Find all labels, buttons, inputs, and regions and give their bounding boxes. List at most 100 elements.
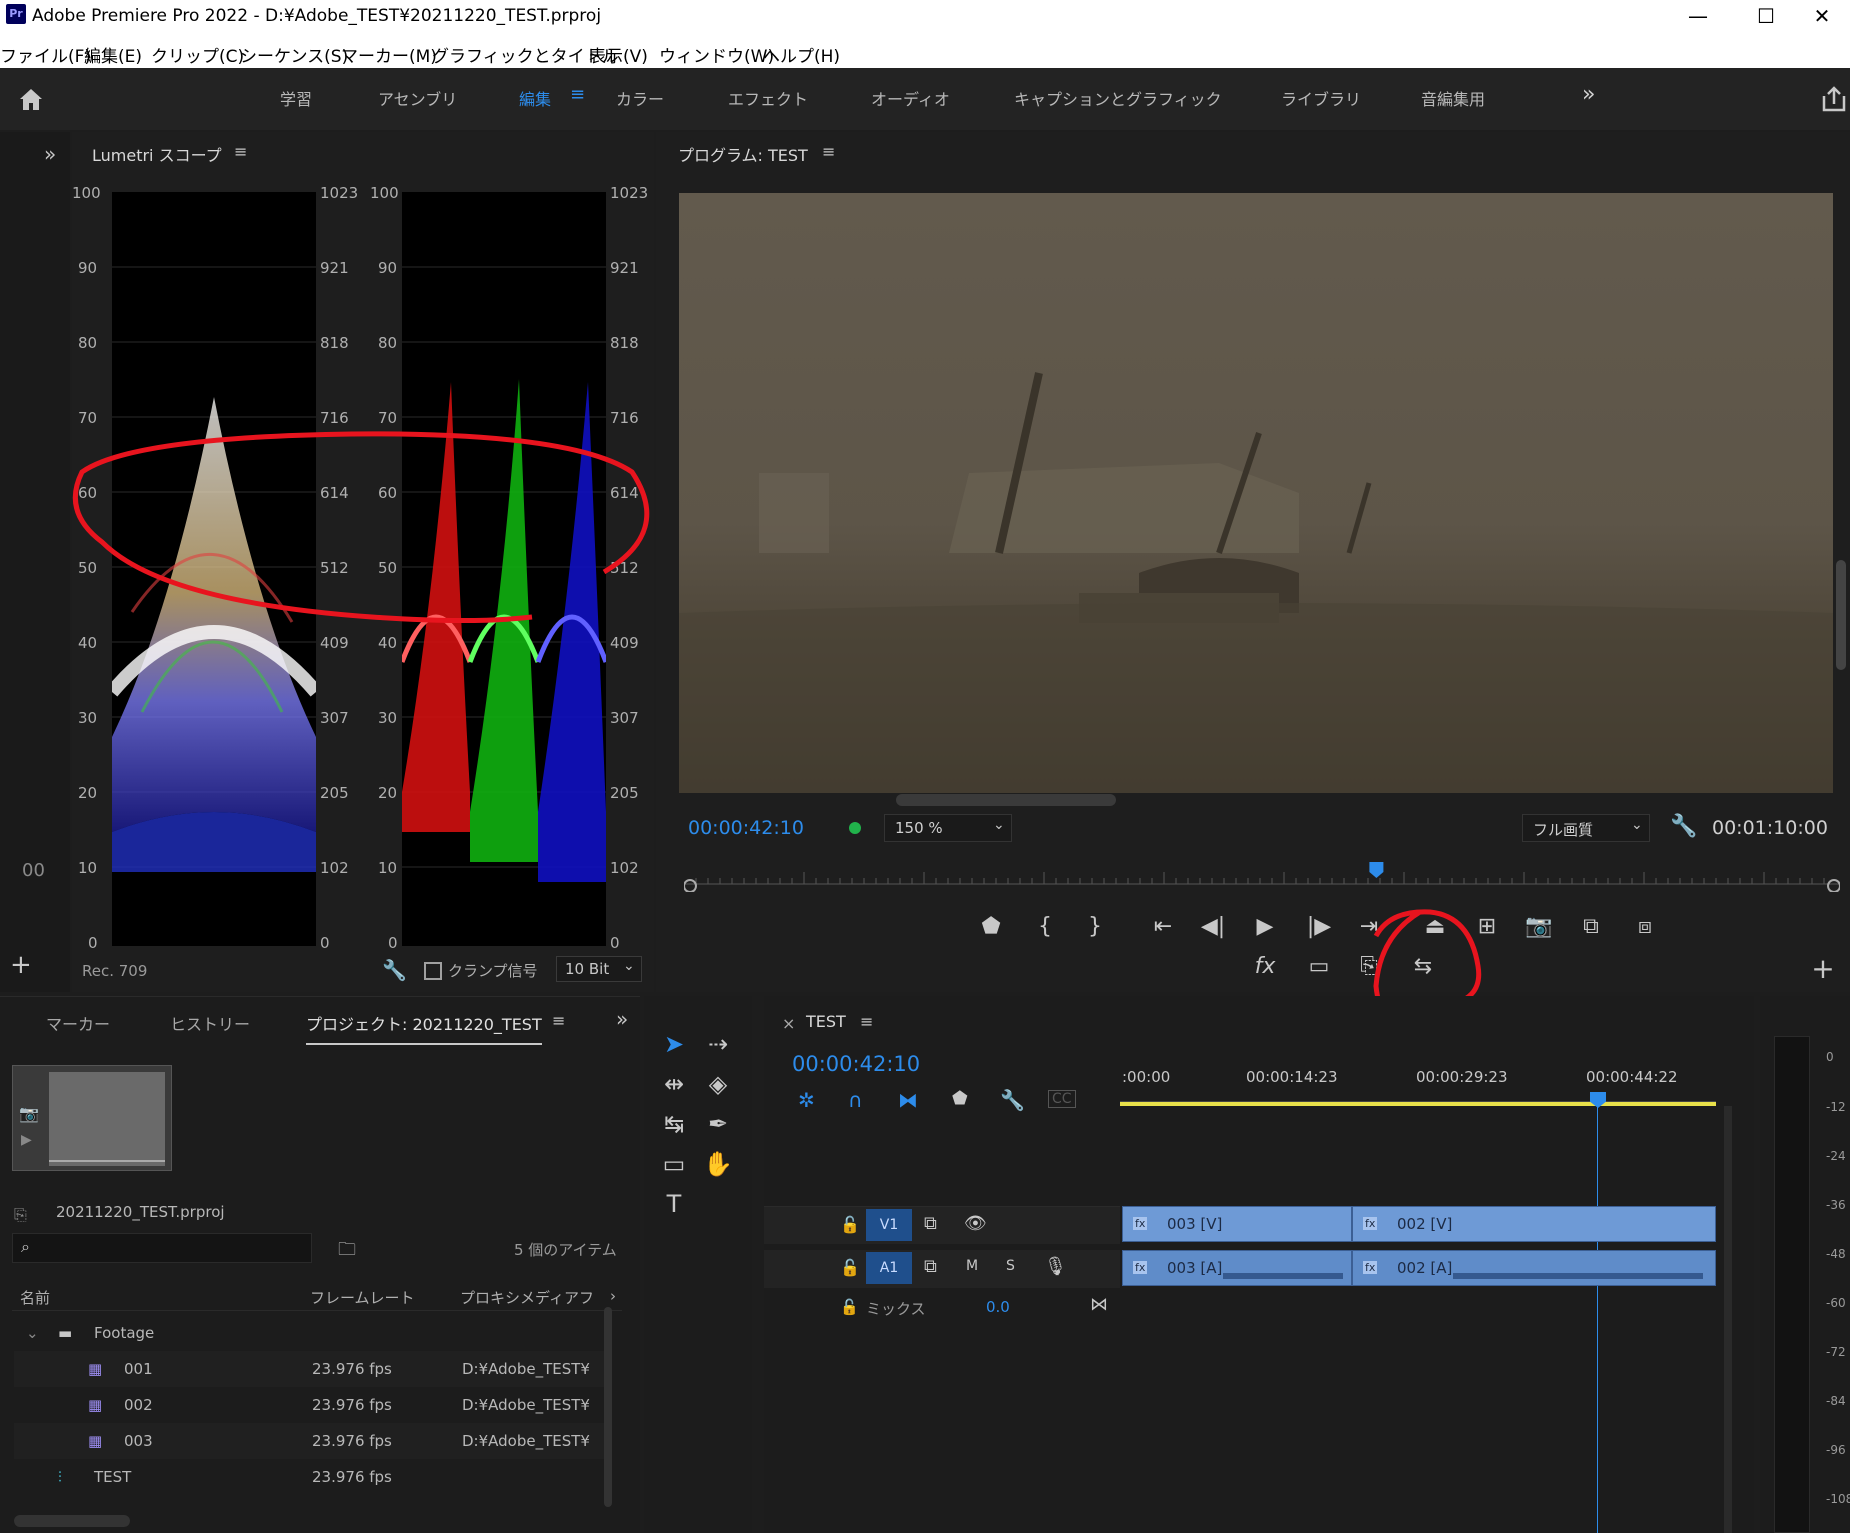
- sequence-tab[interactable]: TEST: [806, 1012, 846, 1031]
- timeline-timecode[interactable]: 00:00:42:10: [792, 1052, 920, 1076]
- workspace-editing[interactable]: 編集: [519, 86, 551, 110]
- more-workspaces-icon[interactable]: »: [1582, 82, 1595, 107]
- audio-clip[interactable]: fx 003 [A]: [1122, 1250, 1352, 1286]
- audio-clip[interactable]: fx 002 [A]: [1352, 1250, 1716, 1286]
- mix-options-icon[interactable]: ⋈: [1090, 1294, 1108, 1315]
- column-framerate[interactable]: フレームレート: [310, 1287, 415, 1308]
- multicam-icon[interactable]: ⧈: [1628, 910, 1662, 944]
- column-name[interactable]: 名前: [20, 1287, 50, 1308]
- workspace-captions[interactable]: キャプションとグラフィック: [1014, 86, 1222, 110]
- project-search-input[interactable]: ⌕: [12, 1233, 312, 1263]
- workspace-audio[interactable]: オーディオ: [871, 86, 950, 110]
- add-panel-icon[interactable]: +: [10, 950, 32, 980]
- panel-menu-icon[interactable]: ≡: [860, 1012, 873, 1031]
- rectangle-tool-icon[interactable]: ▭: [656, 1146, 692, 1182]
- pen-tool-icon[interactable]: ✒: [700, 1106, 736, 1142]
- comparison-view-icon[interactable]: ⧉: [1574, 910, 1608, 944]
- vertical-scrollbar[interactable]: [604, 1307, 612, 1507]
- more-tabs-icon[interactable]: »: [616, 1007, 628, 1031]
- extract-icon[interactable]: ⊞: [1470, 910, 1504, 944]
- workspace-effects[interactable]: エフェクト: [728, 86, 808, 110]
- workspace-learn[interactable]: 学習: [280, 86, 312, 110]
- mute-button[interactable]: M: [966, 1258, 978, 1274]
- slip-tool-icon[interactable]: ↹: [656, 1106, 692, 1142]
- settings-wrench-icon[interactable]: 🔧: [1670, 814, 1697, 839]
- workspace-custom[interactable]: 音編集用: [1421, 86, 1485, 110]
- program-playhead[interactable]: [1369, 862, 1384, 878]
- hand-tool-icon[interactable]: ✋: [700, 1146, 736, 1182]
- fx-toggle-icon[interactable]: fx: [1248, 950, 1282, 984]
- menu-edit[interactable]: 編集(E): [84, 42, 142, 67]
- bit-depth-dropdown[interactable]: 10 Bit ⌄: [556, 956, 642, 982]
- scroll-right-icon[interactable]: ›: [610, 1287, 616, 1305]
- vertical-scrollbar[interactable]: [1724, 1106, 1732, 1533]
- vertical-scrollbar[interactable]: [1836, 560, 1846, 670]
- play-icon[interactable]: ▶: [1248, 910, 1282, 944]
- ripple-edit-tool-icon[interactable]: ⇹: [656, 1066, 692, 1102]
- menu-window[interactable]: ウィンドウ(W): [659, 42, 774, 67]
- horizontal-scrollbar[interactable]: [896, 794, 1116, 806]
- program-video-frame[interactable]: [679, 193, 1833, 793]
- lock-icon[interactable]: 🔓: [840, 1298, 859, 1316]
- toggle-sync-lock-icon[interactable]: ⧉: [924, 1213, 937, 1234]
- list-item[interactable]: ⫶ TEST 23.976 fps: [14, 1459, 604, 1495]
- timeline-settings-icon[interactable]: 🔧: [1000, 1088, 1025, 1112]
- list-item[interactable]: ▦ 002 23.976 fps D:¥Adobe_TEST¥: [14, 1387, 604, 1423]
- menu-view[interactable]: 表示(V): [589, 42, 648, 67]
- go-to-in-icon[interactable]: ⇤: [1146, 910, 1180, 944]
- workspace-libraries[interactable]: ライブラリ: [1281, 86, 1361, 110]
- go-to-out-icon[interactable]: ⇥: [1352, 910, 1386, 944]
- snap-icon[interactable]: ∩: [848, 1088, 863, 1112]
- video-clip[interactable]: fx 003 [V]: [1122, 1206, 1352, 1242]
- panel-menu-icon[interactable]: ≡: [234, 142, 247, 161]
- mix-value[interactable]: 0.0: [986, 1298, 1010, 1316]
- track-select-tool-icon[interactable]: ⇢: [700, 1026, 736, 1062]
- export-icon[interactable]: ⎘: [1352, 950, 1386, 984]
- workspace-menu-icon[interactable]: ≡: [570, 84, 585, 105]
- work-area-bar[interactable]: [1120, 1102, 1716, 1106]
- program-timecode[interactable]: 00:00:42:10: [688, 817, 804, 839]
- program-time-ruler[interactable]: [683, 862, 1841, 893]
- razor-tool-icon[interactable]: ◈: [700, 1066, 736, 1102]
- video-clip[interactable]: fx 002 [V]: [1352, 1206, 1716, 1242]
- home-icon[interactable]: [16, 84, 46, 114]
- toggle-sync-lock-icon[interactable]: ⧉: [924, 1256, 937, 1277]
- list-item[interactable]: ▦ 003 23.976 fps D:¥Adobe_TEST¥: [14, 1423, 604, 1459]
- menu-sequence[interactable]: シーケンス(S): [240, 42, 348, 67]
- tab-project[interactable]: プロジェクト: 20211220_TEST: [306, 1011, 542, 1045]
- share-icon[interactable]: [1820, 84, 1848, 114]
- step-forward-icon[interactable]: |▶: [1302, 910, 1336, 944]
- add-marker-icon[interactable]: ⬟: [952, 1088, 968, 1109]
- lock-icon[interactable]: 🔓: [840, 1215, 860, 1234]
- list-item[interactable]: ▦ 001 23.976 fps D:¥Adobe_TEST¥: [14, 1351, 604, 1387]
- list-item[interactable]: ⌄ ▬ Footage: [14, 1315, 604, 1351]
- menu-clip[interactable]: クリップ(C): [151, 42, 244, 67]
- zoom-dropdown[interactable]: 150 % ⌄: [884, 814, 1012, 842]
- minimize-button[interactable]: —: [1670, 0, 1726, 34]
- tab-markers[interactable]: マーカー: [46, 1011, 110, 1035]
- eye-icon[interactable]: 👁: [964, 1213, 987, 1234]
- safe-margins-icon[interactable]: ▭: [1302, 950, 1336, 984]
- workspace-color[interactable]: カラー: [616, 86, 664, 110]
- captions-icon[interactable]: CC: [1048, 1090, 1076, 1108]
- close-sequence-icon[interactable]: ×: [782, 1014, 795, 1033]
- type-tool-icon[interactable]: T: [656, 1186, 692, 1222]
- solo-button[interactable]: S: [1006, 1258, 1015, 1274]
- close-button[interactable]: ✕: [1794, 0, 1850, 34]
- track-target-v1[interactable]: V1: [866, 1209, 912, 1241]
- panel-menu-icon[interactable]: ≡: [822, 142, 835, 161]
- project-thumbnail[interactable]: 📷 ▶: [12, 1065, 172, 1171]
- chevron-down-icon[interactable]: ⌄: [26, 1324, 39, 1342]
- menu-help[interactable]: ヘルプ(H): [763, 42, 840, 67]
- track-target-a1[interactable]: A1: [866, 1252, 912, 1284]
- panel-menu-icon[interactable]: ≡: [552, 1011, 565, 1030]
- column-proxy[interactable]: プロキシメディアフ: [460, 1287, 594, 1308]
- maximize-button[interactable]: ☐: [1738, 0, 1794, 34]
- export-frame-icon[interactable]: 📷: [1522, 910, 1556, 944]
- timeline-ruler[interactable]: [1120, 1092, 1716, 1102]
- clamp-checkbox[interactable]: [424, 962, 442, 980]
- selection-tool-icon[interactable]: ➤: [656, 1026, 692, 1062]
- wrench-icon[interactable]: 🔧: [382, 958, 407, 982]
- tab-history[interactable]: ヒストリー: [170, 1011, 250, 1035]
- quality-dropdown[interactable]: フル画質 ⌄: [1522, 814, 1650, 842]
